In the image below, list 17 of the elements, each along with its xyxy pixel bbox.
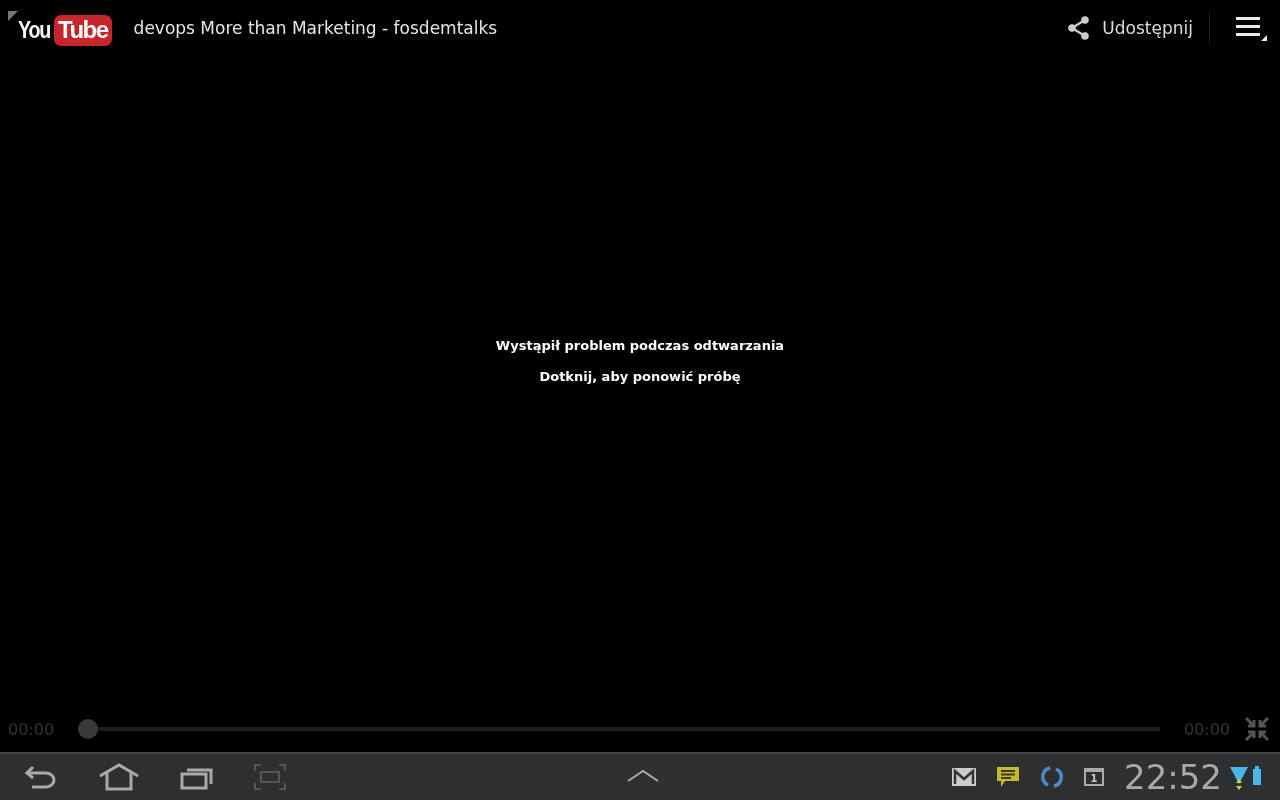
calendar-icon[interactable]: 1 bbox=[1084, 768, 1104, 786]
mail-icon[interactable] bbox=[952, 768, 976, 786]
home-icon[interactable] bbox=[98, 763, 140, 791]
retry-hint[interactable]: Dotknij, aby ponowić próbę bbox=[539, 369, 741, 384]
youtube-logo[interactable]: You Tube bbox=[8, 10, 114, 46]
video-title: devops More than Marketing - fosdemtalks bbox=[133, 18, 498, 38]
back-icon[interactable] bbox=[22, 763, 58, 791]
message-icon[interactable] bbox=[996, 766, 1020, 788]
chevron-up-icon[interactable] bbox=[627, 767, 659, 783]
exit-fullscreen-icon[interactable] bbox=[1244, 716, 1270, 742]
seek-thumb[interactable] bbox=[78, 719, 99, 739]
menu-icon[interactable] bbox=[1234, 14, 1268, 42]
clock: 22:52 bbox=[1124, 757, 1222, 797]
wifi-battery-icon bbox=[1230, 764, 1264, 790]
share-button[interactable]: Udostępnij bbox=[1066, 15, 1209, 41]
sync-icon[interactable] bbox=[1040, 765, 1064, 789]
error-message: Wystąpił problem podczas odtwarzania bbox=[495, 338, 785, 353]
